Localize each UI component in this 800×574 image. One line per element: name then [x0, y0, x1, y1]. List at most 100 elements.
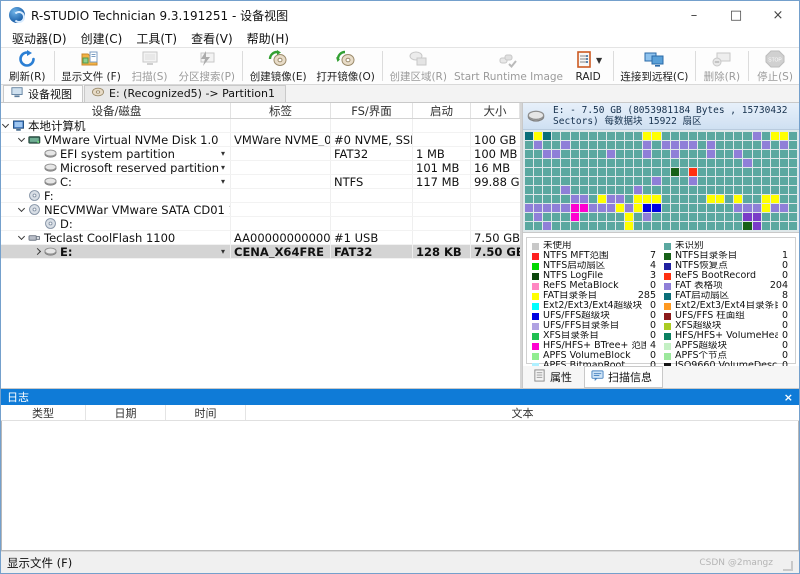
- toolbar-button-refresh[interactable]: 刷新(R): [3, 48, 52, 84]
- legend-color-swatch: [664, 323, 671, 330]
- cell-fs: [331, 161, 413, 174]
- scan-block: [698, 168, 706, 176]
- scan-block: [616, 213, 624, 221]
- column-header-1[interactable]: 标签: [231, 103, 331, 118]
- tree-expand-icon[interactable]: [18, 232, 25, 239]
- tab-device-view[interactable]: 设备视图: [3, 85, 83, 102]
- raid-dropdown-icon[interactable]: ▼: [596, 56, 602, 65]
- device-row-9[interactable]: E:▾CENA_X64FREFAT32128 KB7.50 GB: [1, 245, 520, 259]
- scan-block: [780, 150, 788, 158]
- log-column-2[interactable]: 时间: [166, 405, 246, 420]
- scan-block: [698, 195, 706, 203]
- toolbar-button-show-files[interactable]: 显示文件 (F): [56, 48, 125, 84]
- scan-block: [552, 177, 560, 185]
- toolbar-button-raid[interactable]: ▼RAID: [565, 48, 611, 84]
- scan-block: [698, 159, 706, 167]
- column-header-3[interactable]: 启动: [413, 103, 471, 118]
- resize-grip[interactable]: [783, 561, 793, 571]
- title-bar: R-STUDIO Technician 9.3.191251 - 设备视图 – …: [1, 1, 799, 29]
- scan-block: [552, 132, 560, 140]
- scan-block: [753, 159, 761, 167]
- device-row-8[interactable]: Teclast CoolFlash 1100AA00000000000489#1…: [1, 231, 520, 245]
- partition-dropdown-icon[interactable]: ▾: [221, 177, 227, 186]
- tree-expand-icon[interactable]: [2, 120, 9, 127]
- cell-start: [413, 231, 471, 244]
- scan-block: [571, 141, 579, 149]
- cell-label: [231, 203, 331, 216]
- legend-item-right-2: NTFS恢复点0: [664, 261, 790, 271]
- scan-block: [662, 132, 670, 140]
- log-close-icon[interactable]: ×: [784, 392, 793, 403]
- partition-dropdown-icon[interactable]: ▾: [221, 163, 227, 172]
- menu-item-2[interactable]: 工具(T): [129, 29, 184, 47]
- tree-expand-icon[interactable]: [34, 248, 41, 255]
- scan-block: [698, 150, 706, 158]
- device-row-2[interactable]: EFI system partition▾FAT321 MB100 MB: [1, 147, 520, 161]
- device-row-3[interactable]: Microsoft reserved partition▾101 MB16 MB: [1, 161, 520, 175]
- scan-block: [652, 204, 660, 212]
- menu-item-3[interactable]: 查看(V): [184, 29, 240, 47]
- scan-block: [762, 195, 770, 203]
- column-header-0[interactable]: 设备/磁盘: [1, 103, 231, 118]
- toolbar-button-label: 打开镜像(O): [316, 69, 374, 84]
- scan-block: [652, 222, 660, 230]
- device-row-4[interactable]: C:▾NTFS117 MB99.88 GB: [1, 175, 520, 189]
- scan-block: [743, 204, 751, 212]
- tab-recognized-partition[interactable]: E: (Recognized5) -> Partition1: [84, 85, 286, 102]
- maximize-button[interactable]: □: [715, 1, 757, 29]
- scan-block: [743, 177, 751, 185]
- toolbar-button-create-image[interactable]: 创建镜像(E): [245, 48, 312, 84]
- scan-block: [625, 204, 633, 212]
- column-header-2[interactable]: FS/界面: [331, 103, 413, 118]
- scan-block: [616, 159, 624, 167]
- log-column-header: 类型日期时间文本: [1, 405, 799, 421]
- scan-block: [662, 168, 670, 176]
- scan-block: [598, 186, 606, 194]
- menu-item-4[interactable]: 帮助(H): [240, 29, 296, 47]
- tab-scan-information[interactable]: 扫描信息: [584, 366, 663, 388]
- scan-block: [725, 150, 733, 158]
- toolbar-button-open-image[interactable]: 打开镜像(O): [312, 48, 380, 84]
- column-header-4[interactable]: 大小: [471, 103, 520, 118]
- scan-block: [580, 132, 588, 140]
- usb-icon: [28, 232, 41, 243]
- scan-block: [643, 168, 651, 176]
- device-row-0[interactable]: 本地计算机: [1, 119, 520, 133]
- scan-block: [616, 141, 624, 149]
- log-column-0[interactable]: 类型: [1, 405, 86, 420]
- scan-block: [561, 177, 569, 185]
- legend-color-swatch: [664, 313, 671, 320]
- device-row-1[interactable]: VMware Virtual NVMe Disk 1.0VMWare NVME_…: [1, 133, 520, 147]
- scan-block-map[interactable]: [523, 130, 799, 233]
- menu-item-1[interactable]: 创建(C): [74, 29, 130, 47]
- cell-start: [413, 203, 471, 216]
- toolbar-button-connect-remote[interactable]: 连接到远程(C): [616, 48, 693, 84]
- tree-expand-icon[interactable]: [18, 134, 25, 141]
- scan-block: [607, 222, 615, 230]
- scan-block: [625, 132, 633, 140]
- partition-dropdown-icon[interactable]: ▾: [221, 149, 227, 158]
- log-column-3[interactable]: 文本: [246, 405, 799, 420]
- scan-block: [789, 195, 797, 203]
- partition-dropdown-icon[interactable]: ▾: [221, 247, 227, 256]
- close-button[interactable]: ×: [757, 1, 799, 29]
- scan-block: [680, 222, 688, 230]
- tree-expand-icon[interactable]: [18, 204, 25, 211]
- scan-block: [561, 204, 569, 212]
- scan-block: [725, 213, 733, 221]
- device-row-6[interactable]: NECVMWar VMware SATA CD01 1.00: [1, 203, 520, 217]
- device-row-7[interactable]: D:: [1, 217, 520, 231]
- cell-label: [231, 175, 331, 188]
- tab-properties[interactable]: 属性: [527, 367, 582, 387]
- scan-block: [716, 186, 724, 194]
- scan-block: [707, 177, 715, 185]
- device-row-5[interactable]: F:: [1, 189, 520, 203]
- scan-block: [525, 186, 533, 194]
- scan-block: [743, 213, 751, 221]
- scan-block: [725, 177, 733, 185]
- log-column-1[interactable]: 日期: [86, 405, 166, 420]
- scan-block: [525, 222, 533, 230]
- scan-block: [734, 132, 742, 140]
- menu-item-0[interactable]: 驱动器(D): [5, 29, 74, 47]
- minimize-button[interactable]: –: [673, 1, 715, 29]
